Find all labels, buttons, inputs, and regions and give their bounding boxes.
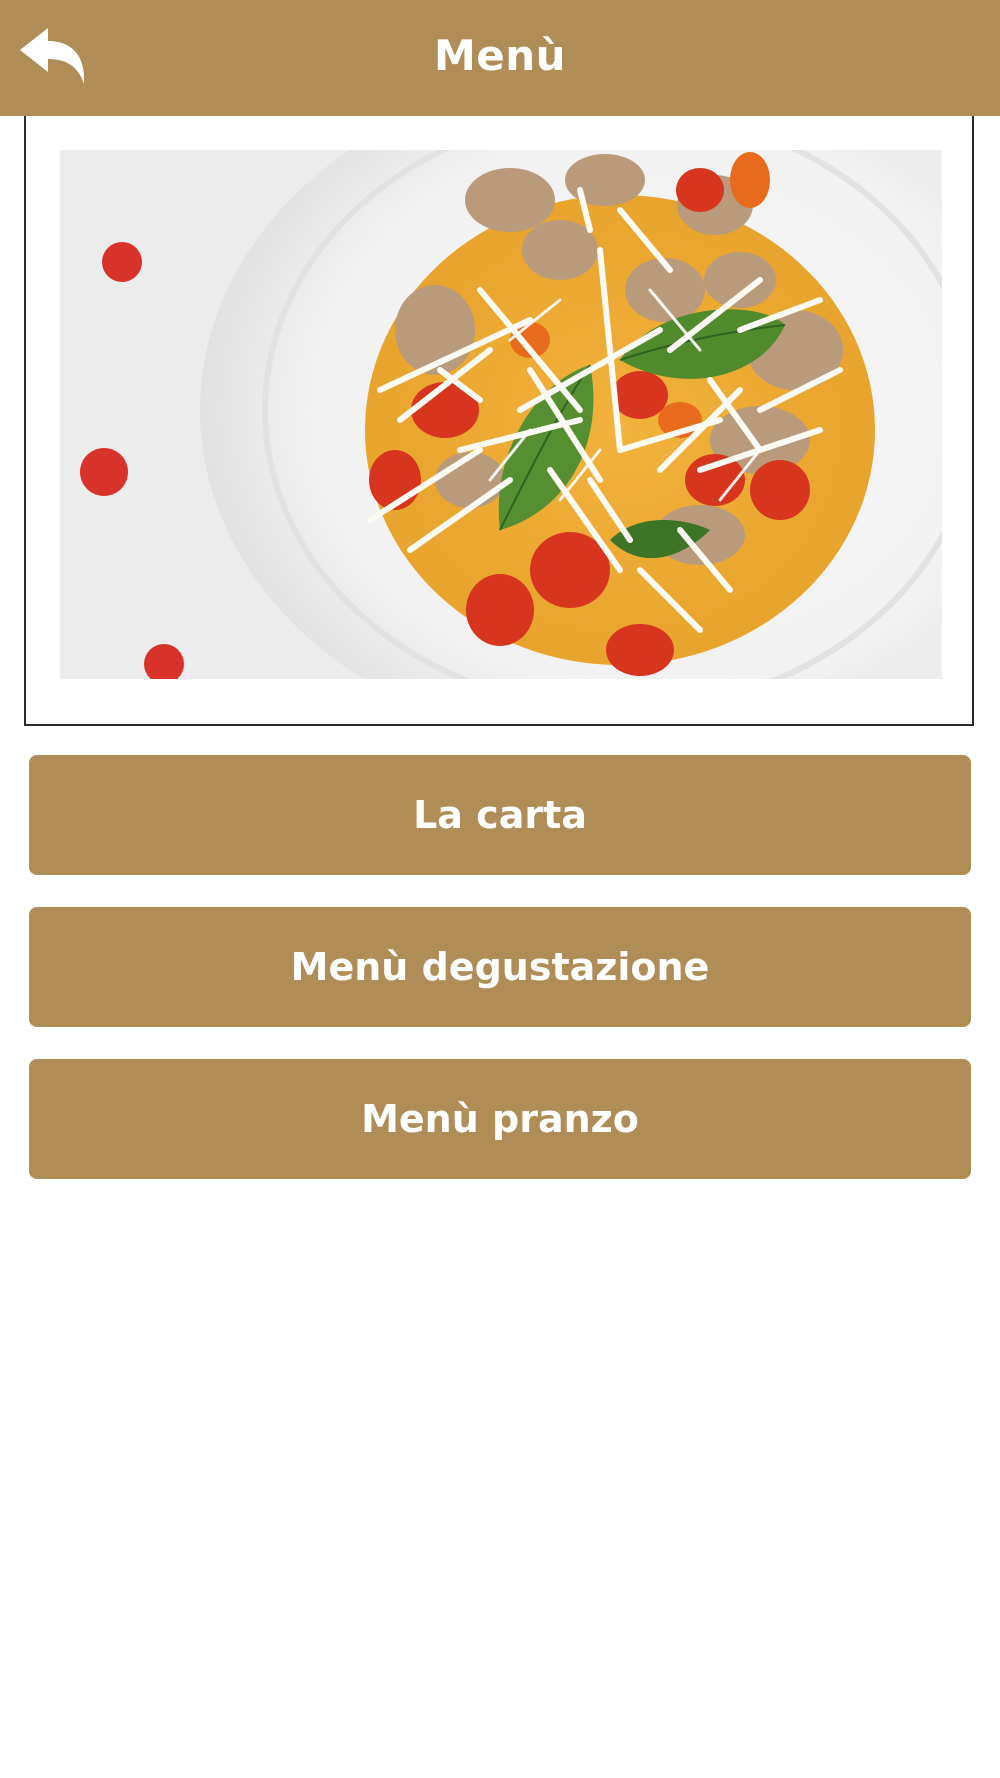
dish-photo — [60, 150, 942, 679]
la-carta-button[interactable]: La carta — [29, 755, 971, 875]
dish-image — [60, 150, 942, 679]
hero-photo-frame — [24, 116, 974, 726]
page-title: Menù — [433, 31, 567, 80]
back-arrow-icon — [20, 28, 85, 84]
top-bar: Menù — [0, 0, 1000, 116]
menu-pranzo-button[interactable]: Menù pranzo — [29, 1059, 971, 1179]
app-screen: Menù La carta Menù degustazione Menù pra… — [0, 0, 1000, 1778]
back-button[interactable] — [18, 26, 90, 86]
menu-degustazione-button[interactable]: Menù degustazione — [29, 907, 971, 1027]
